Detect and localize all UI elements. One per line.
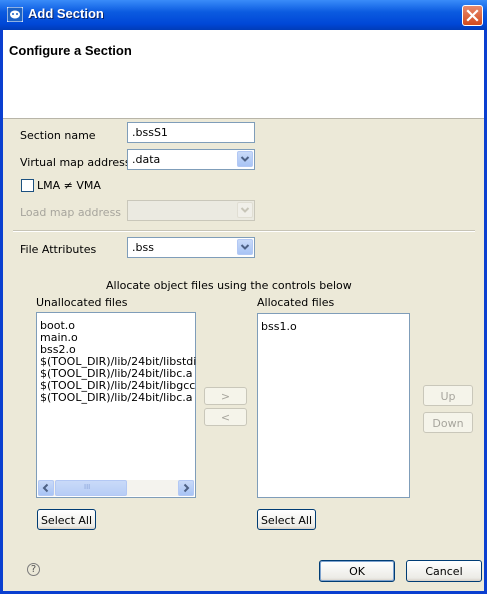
allocation-instruction: Allocate object files using the controls…: [106, 279, 352, 292]
lma-dropdown-button[interactable]: [237, 202, 253, 218]
lma-vma-checkbox[interactable]: [21, 179, 34, 192]
select-all-allocated-button[interactable]: Select All: [257, 509, 316, 530]
down-label: Down: [432, 417, 464, 430]
allocated-files-list[interactable]: bss1.o: [257, 313, 410, 498]
horizontal-scrollbar[interactable]: III: [38, 480, 194, 496]
dialog-header: Configure a Section: [3, 30, 484, 119]
up-button[interactable]: Up: [423, 385, 473, 406]
close-icon: [466, 9, 479, 22]
chevron-down-icon: [240, 207, 250, 213]
header-title: Configure a Section: [9, 43, 132, 58]
select-all-label: Select All: [40, 514, 93, 527]
chevron-left-icon: [42, 483, 49, 493]
section-name-label: Section name: [20, 129, 96, 142]
select-all-label: Select All: [260, 514, 313, 527]
unallocated-files-label: Unallocated files: [36, 296, 128, 309]
chevron-right-icon: [183, 483, 190, 493]
cancel-label: Cancel: [425, 565, 463, 578]
add-section-dialog: Add Section Configure a Section Section …: [0, 0, 487, 594]
vma-dropdown-button[interactable]: [237, 151, 253, 167]
scroll-grip: III: [84, 483, 91, 491]
list-item[interactable]: bss1.o: [261, 320, 297, 333]
scroll-left-button[interactable]: [38, 480, 54, 496]
list-item[interactable]: $(TOOL_DIR)/lib/24bit/libc.a: [40, 391, 193, 404]
move-left-button[interactable]: <: [204, 408, 247, 426]
cancel-button[interactable]: Cancel: [406, 560, 482, 582]
scroll-thumb[interactable]: III: [55, 480, 127, 496]
move-left-label: <: [220, 411, 231, 424]
unallocated-files-list[interactable]: boot.o main.o bss2.o $(TOOL_DIR)/lib/24b…: [36, 312, 196, 498]
down-button[interactable]: Down: [423, 412, 473, 433]
section-name-input[interactable]: .bssS1: [127, 122, 255, 143]
file-attributes-label: File Attributes: [20, 243, 97, 256]
chevron-down-icon: [240, 156, 250, 162]
dialog-title: Add Section: [28, 6, 104, 21]
select-all-unallocated-button[interactable]: Select All: [37, 509, 96, 530]
up-label: Up: [440, 390, 456, 403]
lma-label: Load map address: [20, 206, 122, 219]
scroll-right-button[interactable]: [178, 480, 194, 496]
file-attributes-dropdown-button[interactable]: [237, 239, 253, 255]
gnu-icon: [7, 7, 23, 22]
ok-label: OK: [349, 565, 365, 578]
lma-vma-label: LMA ≠ VMA: [37, 179, 101, 192]
allocated-files-label: Allocated files: [257, 296, 335, 309]
vma-label: Virtual map address: [20, 156, 131, 169]
chevron-down-icon: [240, 244, 250, 250]
file-attributes-value: .bss: [132, 241, 154, 254]
vma-select[interactable]: .data: [127, 149, 255, 170]
move-right-button[interactable]: >: [204, 387, 247, 405]
file-attributes-select[interactable]: .bss: [127, 237, 255, 258]
vma-value: .data: [132, 153, 161, 166]
separator: [13, 230, 475, 232]
move-right-label: >: [220, 390, 231, 403]
ok-button[interactable]: OK: [319, 560, 395, 582]
help-icon[interactable]: ?: [27, 563, 40, 576]
lma-select[interactable]: [127, 200, 255, 221]
title-bar[interactable]: Add Section: [0, 0, 487, 30]
close-button[interactable]: [462, 5, 483, 26]
